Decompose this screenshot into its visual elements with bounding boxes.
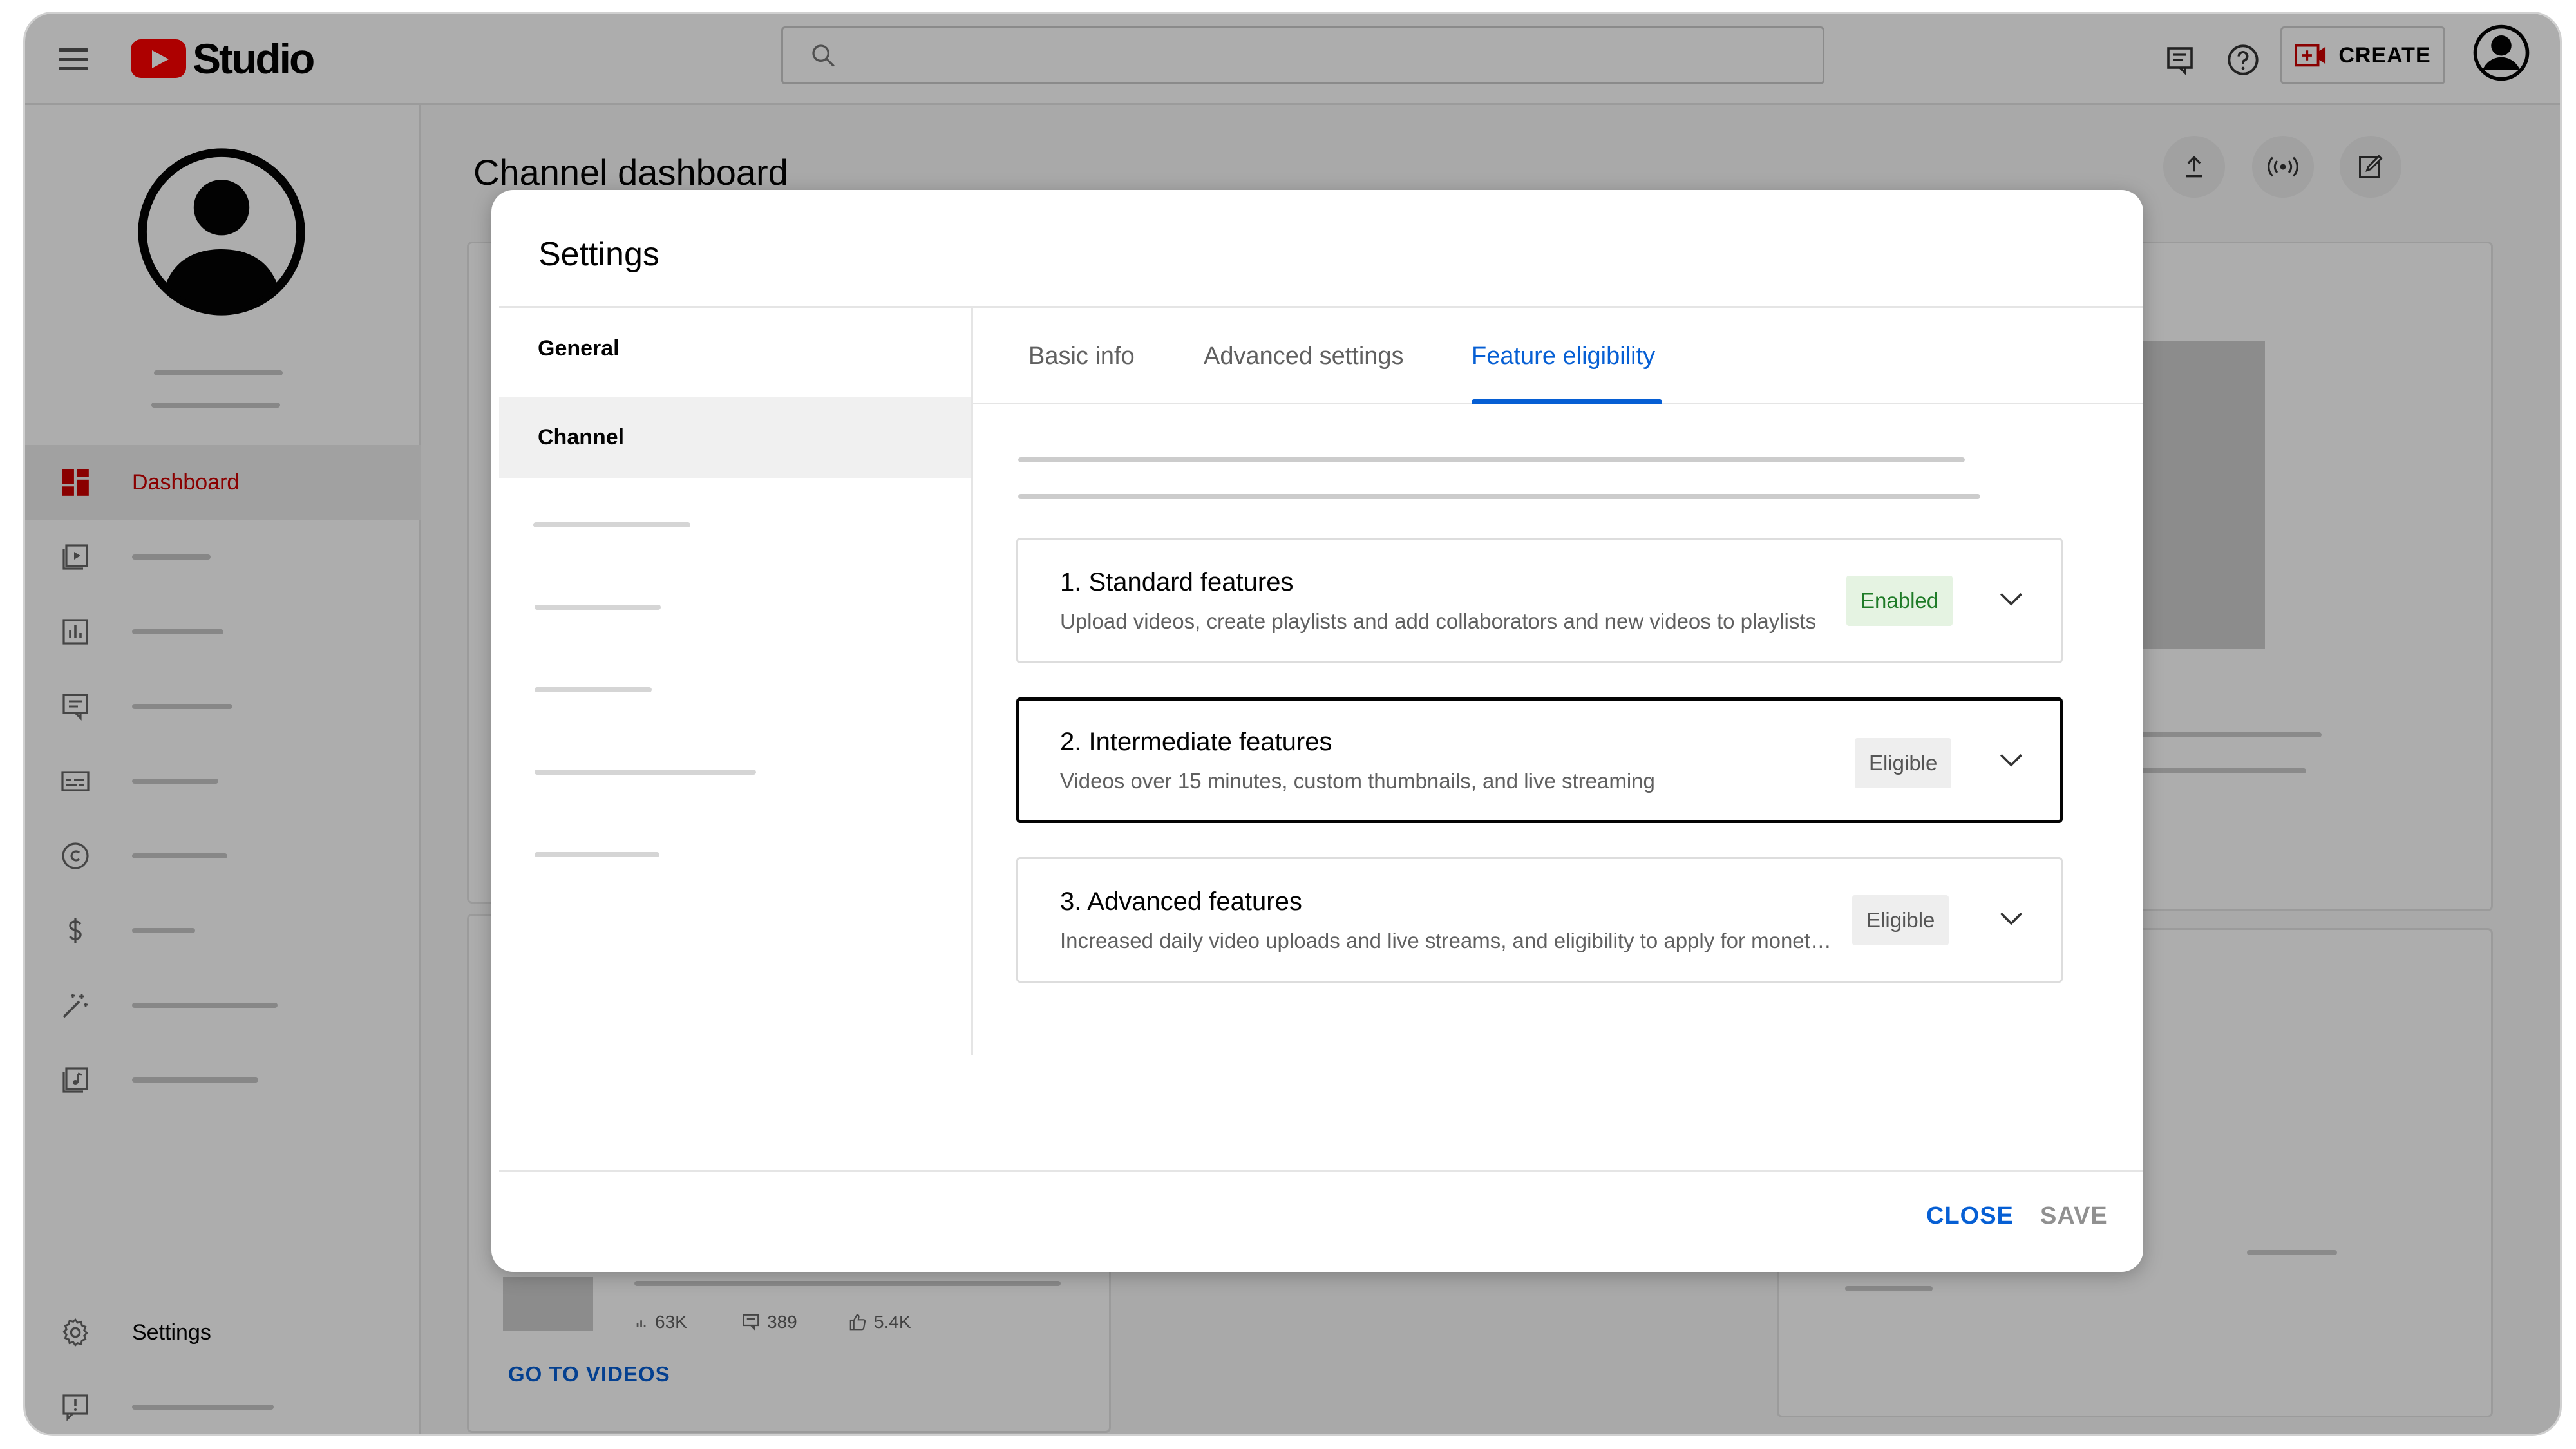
status-badge: Eligible [1852,895,1949,945]
feature-title: 3. Advanced features [1060,887,1302,916]
dialog-title: Settings [538,236,659,273]
save-button[interactable]: SAVE [2040,1202,2108,1230]
settings-nav-placeholder[interactable] [535,852,659,857]
active-tab-indicator [1472,399,1662,404]
feature-description: Upload videos, create playlists and add … [1060,609,1816,633]
chevron-down-icon[interactable] [1994,581,2029,616]
status-badge: Enabled [1846,576,1953,626]
settings-nav-channel[interactable]: Channel [499,397,971,478]
screen: Studio CREATE Dashboard Settings Channel… [0,0,2576,1449]
feature-description: Videos over 15 minutes, custom thumbnail… [1060,769,1655,793]
tab-basic-info[interactable]: Basic info [1028,308,1135,404]
status-badge: Eligible [1855,738,1952,788]
chevron-down-icon[interactable] [1994,742,2029,777]
settings-nav-general[interactable]: General [499,308,971,389]
settings-nav-placeholder[interactable] [535,770,756,775]
feature-advanced[interactable]: 3. Advanced features Increased daily vid… [1016,857,2063,983]
feature-title: 2. Intermediate features [1060,728,1332,756]
settings-nav: General Channel [499,308,973,1055]
tab-feature-eligibility[interactable]: Feature eligibility [1472,308,1655,404]
description-placeholder [1018,457,1965,462]
settings-dialog: Settings General Channel Basic info Adva… [491,190,2143,1272]
settings-nav-placeholder[interactable] [533,522,690,527]
footer-divider [499,1170,2143,1172]
feature-intermediate[interactable]: 2. Intermediate features Videos over 15 … [1016,697,2063,823]
settings-nav-placeholder[interactable] [535,687,652,692]
close-button[interactable]: CLOSE [1926,1202,2014,1230]
feature-title: 1. Standard features [1060,568,1294,596]
tab-advanced-settings[interactable]: Advanced settings [1204,308,1404,404]
chevron-down-icon[interactable] [1994,900,2029,935]
settings-tabs: Basic info Advanced settings Feature eli… [973,308,2143,404]
description-placeholder [1018,494,1980,499]
feature-description: Increased daily video uploads and live s… [1060,929,1836,952]
feature-standard[interactable]: 1. Standard features Upload videos, crea… [1016,538,2063,663]
settings-nav-placeholder[interactable] [535,605,661,610]
